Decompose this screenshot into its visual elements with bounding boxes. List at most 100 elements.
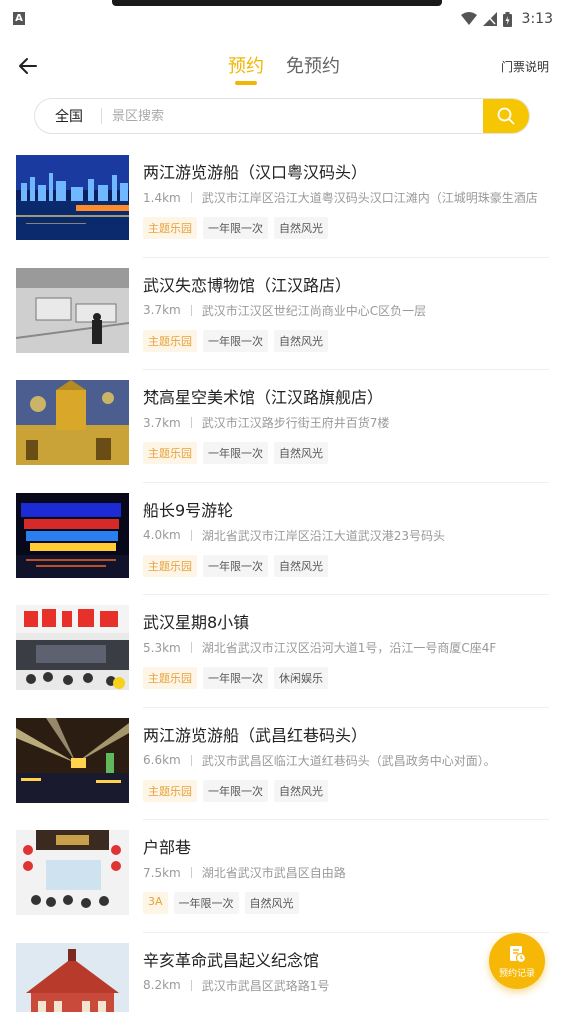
scenic-list: 两江游览游船（汉口粤汉码头） 1.4km 武汉市江岸区沿江大道粤汉码头汉口江滩内… <box>0 145 565 1012</box>
tag-category: 主题乐园 <box>143 779 197 802</box>
item-tags: 主题乐园 一年限一次 自然风光 <box>143 329 328 352</box>
back-button[interactable] <box>12 50 44 82</box>
tag-type: 自然风光 <box>274 779 328 802</box>
item-distance: 1.4km <box>143 190 181 205</box>
region-selector[interactable]: 全国 <box>35 106 101 126</box>
wifi-icon <box>460 12 477 25</box>
tag-type: 自然风光 <box>244 892 299 914</box>
thumbnail <box>16 492 129 578</box>
item-meta: 5.3km 湖北省武汉市江汉区沿河大道1号，沿江一号商厦C座4F <box>143 639 548 656</box>
thumbnail <box>16 380 129 465</box>
item-distance: 3.7km <box>143 415 181 430</box>
tag-type: 自然风光 <box>274 329 328 352</box>
tag-category: 主题乐园 <box>143 442 197 464</box>
status-bar: A 3:13 <box>0 0 565 38</box>
list-item[interactable]: 辛亥革命武昌起义纪念馆 8.2km 武汉市武昌区武珞路1号 <box>0 933 565 1012</box>
item-address: 武汉市江汉路步行街王府井百货7楼 <box>201 416 390 430</box>
list-item[interactable]: 两江游览游船（武昌红巷码头） 6.6km 武汉市武昌区临江大道红巷码头（武昌政务… <box>0 708 565 820</box>
item-tags: 3A 一年限一次 自然风光 <box>143 892 299 914</box>
meta-divider <box>190 529 192 541</box>
meta-divider <box>190 979 192 991</box>
tag-category: 主题乐园 <box>143 667 197 689</box>
list-item[interactable]: 户部巷 7.5km 湖北省武汉市武昌区自由路 3A 一年限一次 自然风光 <box>0 820 565 933</box>
item-title: 武汉星期8小镇 <box>143 613 250 632</box>
meta-divider <box>190 304 192 316</box>
item-address: 湖北省武汉市武昌区自由路 <box>201 866 346 880</box>
tag-category: 主题乐园 <box>143 217 197 239</box>
item-meta: 6.6km 武汉市武昌区临江大道红巷码头（武昌政务中心对面）。 <box>143 752 548 769</box>
thumbnail <box>16 267 129 353</box>
item-title: 辛亥革命武昌起义纪念馆 <box>143 950 320 970</box>
item-address: 湖北省武汉市江汉区沿河大道1号，沿江一号商厦C座4F <box>201 641 497 655</box>
tag-type: 自然风光 <box>274 442 328 464</box>
item-address: 湖北省武汉市江岸区沿江大道武汉港23号码头 <box>201 528 446 543</box>
tag-limit: 一年限一次 <box>203 217 268 239</box>
item-tags: 主题乐园 一年限一次 休闲娱乐 <box>143 667 328 689</box>
list-item[interactable]: 梵高星空美术馆（江汉路旗舰店） 3.7km 武汉市江汉路步行街王府井百货7楼 主… <box>0 370 565 483</box>
list-item[interactable]: 船长9号游轮 4.0km 湖北省武汉市江岸区沿江大道武汉港23号码头 主题乐园 … <box>0 483 565 595</box>
item-meta: 4.0km 湖北省武汉市江岸区沿江大道武汉港23号码头 <box>143 527 548 544</box>
meta-divider <box>190 754 192 766</box>
status-icons: 3:13 <box>460 10 553 28</box>
signal-icon <box>482 12 497 26</box>
search-bar: 全国 <box>34 98 530 134</box>
tag-category: 主题乐园 <box>143 554 197 577</box>
item-tags: 主题乐园 一年限一次 自然风光 <box>143 779 328 802</box>
tag-limit: 一年限一次 <box>203 554 268 577</box>
list-item[interactable]: 两江游览游船（汉口粤汉码头） 1.4km 武汉市江岸区沿江大道粤汉码头汉口江滩内… <box>0 145 565 258</box>
item-title: 户部巷 <box>143 838 192 857</box>
item-distance: 7.5km <box>143 865 181 880</box>
fab-label: 预约记录 <box>498 968 535 979</box>
search-button[interactable] <box>483 99 529 133</box>
tag-type: 自然风光 <box>274 217 328 239</box>
item-title: 两江游览游船（汉口粤汉码头） <box>143 163 368 182</box>
tag-limit: 一年限一次 <box>203 779 268 802</box>
tag-limit: 一年限一次 <box>173 892 239 914</box>
item-meta: 3.7km 武汉市江汉区世纪江尚商业中心C区负一层 <box>143 302 548 319</box>
meta-divider <box>190 867 192 878</box>
active-tab-indicator <box>235 81 257 85</box>
arrow-left-icon <box>19 58 37 74</box>
item-address: 武汉市武昌区临江大道红巷码头（武昌政务中心对面）。 <box>201 753 496 768</box>
list-item[interactable]: 武汉星期8小镇 5.3km 湖北省武汉市江汉区沿河大道1号，沿江一号商厦C座4F… <box>0 595 565 708</box>
reservation-records-button[interactable]: 预约记录 <box>489 933 545 989</box>
item-distance: 3.7km <box>143 303 181 317</box>
tab-reservation[interactable]: 预约 <box>228 52 264 78</box>
item-meta: 3.7km 武汉市江汉路步行街王府井百货7楼 <box>143 414 548 431</box>
thumbnail <box>16 830 129 915</box>
tag-limit: 一年限一次 <box>203 442 268 464</box>
list-item[interactable]: 武汉失恋博物馆（江汉路店） 3.7km 武汉市江汉区世纪江尚商业中心C区负一层 … <box>0 258 565 370</box>
clipboard-clock-icon <box>510 945 527 963</box>
item-title: 船长9号游轮 <box>143 500 234 520</box>
tab-no-reservation[interactable]: 免预约 <box>286 52 340 78</box>
item-distance: 8.2km <box>143 978 181 992</box>
item-tags: 主题乐园 一年限一次 自然风光 <box>143 554 328 577</box>
ticket-info-link[interactable]: 门票说明 <box>501 58 549 75</box>
thumbnail <box>16 717 129 803</box>
thumbnail <box>16 605 129 690</box>
header: 预约 免预约 门票说明 <box>0 38 565 94</box>
battery-icon <box>502 11 512 27</box>
item-title: 武汉失恋博物馆（江汉路店） <box>143 275 352 295</box>
item-address: 武汉市武昌区武珞路1号 <box>201 978 330 993</box>
item-distance: 6.6km <box>143 753 181 767</box>
thumbnail <box>16 942 129 1012</box>
item-meta: 8.2km 武汉市武昌区武珞路1号 <box>143 977 548 994</box>
tag-category: 3A <box>143 892 168 914</box>
clock: 3:13 <box>521 11 553 27</box>
meta-divider <box>190 417 192 428</box>
meta-divider <box>190 192 192 203</box>
thumbnail <box>16 155 129 240</box>
search-input[interactable] <box>102 108 483 124</box>
item-address: 武汉市江汉区世纪江尚商业中心C区负一层 <box>201 303 427 318</box>
tag-category: 主题乐园 <box>143 329 197 352</box>
item-meta: 1.4km 武汉市江岸区沿江大道粤汉码头汉口江滩内（江城明珠豪生酒店 <box>143 189 548 206</box>
item-meta: 7.5km 湖北省武汉市武昌区自由路 <box>143 864 548 881</box>
item-title: 两江游览游船（武昌红巷码头） <box>143 725 368 745</box>
item-distance: 4.0km <box>143 528 181 542</box>
tag-type: 自然风光 <box>274 554 328 577</box>
meta-divider <box>190 642 192 653</box>
tag-type: 休闲娱乐 <box>274 667 328 689</box>
item-distance: 5.3km <box>143 640 181 655</box>
window-handle <box>112 0 442 6</box>
